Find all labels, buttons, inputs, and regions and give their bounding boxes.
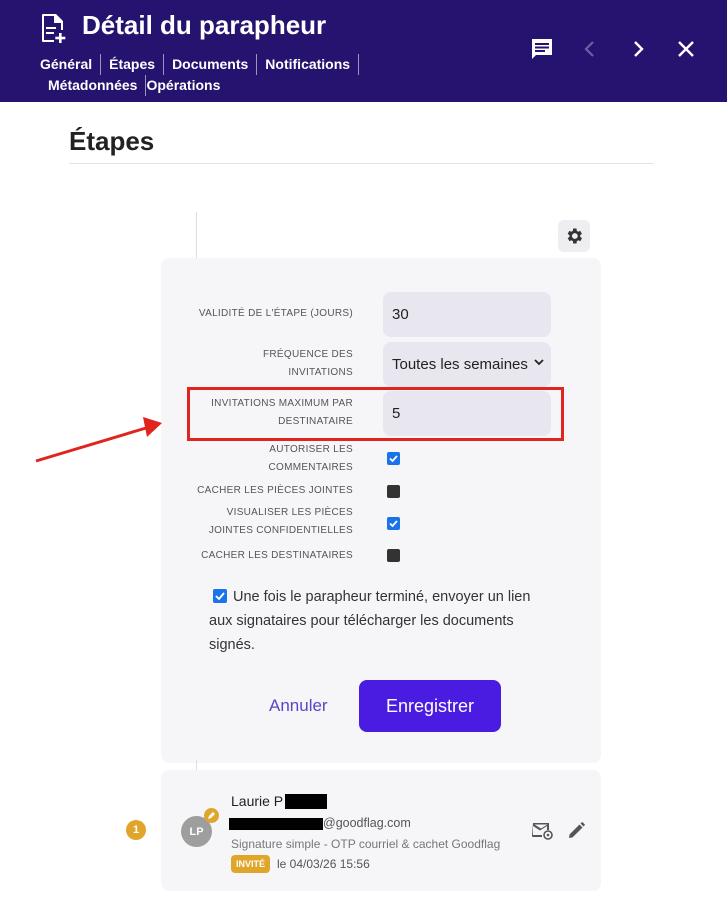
mail-settings-icon[interactable] xyxy=(532,821,554,841)
redaction-bar xyxy=(285,794,327,809)
chevron-down-icon xyxy=(534,359,544,366)
redaction-bar xyxy=(229,818,323,830)
save-button[interactable]: Enregistrer xyxy=(359,680,501,732)
hide-recipients-checkbox[interactable] xyxy=(387,549,400,562)
allow-comments-checkbox[interactable] xyxy=(387,452,400,465)
hide-recipients-label: Cacher les destinataires xyxy=(201,550,353,561)
annotation-arrow xyxy=(35,417,162,463)
frequency-select[interactable]: Toutes les semaines xyxy=(383,342,551,387)
step-settings-button[interactable] xyxy=(558,220,590,252)
header-actions xyxy=(529,36,699,62)
validity-label: Validité de l'étape (jours) xyxy=(198,308,353,319)
hide-attachments-label: Cacher les pièces jointes xyxy=(197,485,353,496)
signer-card: LP Laurie P @goodflag.com Signature simp… xyxy=(161,770,601,891)
comment-icon xyxy=(532,39,552,59)
validity-input[interactable]: 30 xyxy=(383,292,551,337)
timeline-line xyxy=(196,212,197,258)
signer-email: @goodflag.com xyxy=(323,816,411,830)
cancel-button[interactable]: Annuler xyxy=(269,696,328,716)
status-badge: INVITÉ xyxy=(231,855,271,873)
signer-name: Laurie P xyxy=(231,793,284,809)
signature-type: Signature simple - OTP courriel & cachet… xyxy=(231,837,501,851)
frequency-value: Toutes les semaines xyxy=(392,356,528,373)
view-confidential-checkbox[interactable] xyxy=(387,517,400,530)
invite-date: le 04/03/26 15:56 xyxy=(277,857,370,871)
checkmark-icon xyxy=(389,455,398,463)
gear-icon xyxy=(567,228,582,244)
edit-icon[interactable] xyxy=(566,821,586,841)
pen-icon xyxy=(208,812,215,819)
frequency-label: Fréquence des invitations xyxy=(262,349,353,378)
step-settings-card: Validité de l'étape (jours) 30 Fréquence… xyxy=(161,258,601,763)
tab-notifications[interactable]: Notifications xyxy=(257,54,360,75)
close-button[interactable] xyxy=(673,36,699,62)
checkmark-icon xyxy=(389,520,398,528)
validity-value: 30 xyxy=(392,306,409,323)
send-link-label: Une fois le parapheur terminé, envoyer u… xyxy=(209,589,531,653)
signature-status-icon xyxy=(204,808,219,823)
next-button[interactable] xyxy=(625,36,651,62)
allow-comments-label: Autoriser les commentaires xyxy=(268,444,353,473)
tab-documents[interactable]: Documents xyxy=(164,54,258,75)
annotation-highlight xyxy=(187,387,564,441)
close-icon xyxy=(678,41,694,57)
view-confidential-label: Visualiser les pièces jointes confidenti… xyxy=(208,507,353,536)
step-number-badge: 1 xyxy=(126,820,146,840)
chevron-right-icon xyxy=(634,41,644,57)
comments-button[interactable] xyxy=(529,36,555,62)
hide-attachments-checkbox[interactable] xyxy=(387,485,400,498)
previous-button[interactable] xyxy=(577,36,603,62)
chevron-left-icon xyxy=(584,41,594,57)
